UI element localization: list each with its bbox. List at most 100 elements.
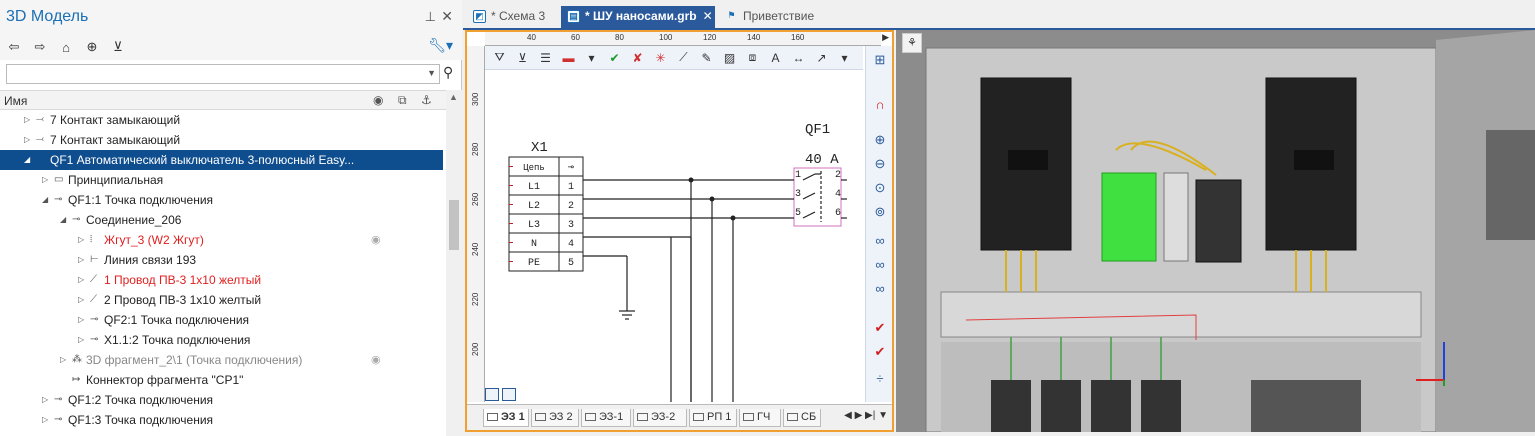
expand-toggle-icon[interactable]: ▷ xyxy=(60,350,66,370)
close-icon[interactable]: ✕ xyxy=(441,8,453,25)
check-icon[interactable]: ✔ xyxy=(604,48,625,68)
zoom-in-icon[interactable]: ⊕ xyxy=(870,130,890,150)
color-picker-icon[interactable]: ▬ xyxy=(558,48,579,68)
filter-icon[interactable]: ⊻ xyxy=(108,37,128,57)
tree-row[interactable]: ▷ ▭ Принципиальная xyxy=(0,170,443,190)
forward-icon[interactable]: ⇨ xyxy=(30,37,50,57)
visibility-icon[interactable]: ◉ xyxy=(371,230,381,250)
sheet-tab[interactable]: ЭЗ 1 xyxy=(483,409,529,427)
tab-welcome[interactable]: ⚑ Приветствие xyxy=(719,6,831,28)
pin-icon[interactable]: ⊥ xyxy=(425,9,436,25)
breaker-module[interactable] xyxy=(1195,179,1242,263)
schematic-view[interactable]: 40 60 80 100 120 140 160 ▶ 300 280 260 240 220 200 … xyxy=(465,30,894,432)
expand-toggle-icon[interactable]: ▷ xyxy=(24,110,30,130)
tree-row[interactable]: ▷ ⊸ X1.1:2 Точка подключения xyxy=(0,330,443,350)
expand-toggle-icon[interactable]: ▷ xyxy=(78,310,84,330)
schematic-canvas[interactable]: X1 Цепь ⊸ L1 1 L2 2 L3 3 N 4 PE 5 QF1 40 А xyxy=(485,71,865,402)
filter-options-icon[interactable]: ⊻ xyxy=(512,48,533,68)
tree-row[interactable]: ▷ ⁂ 3D фрагмент_2\1 (Точка подключения) ◉ xyxy=(0,350,443,370)
expand-toggle-icon[interactable]: ◢ xyxy=(60,210,66,230)
highlighted-breaker[interactable] xyxy=(1101,172,1157,262)
expand-toggle-icon[interactable]: ◢ xyxy=(42,190,48,210)
sheet-tab[interactable]: СБ xyxy=(783,409,821,427)
tree-row[interactable]: ↦ Коннектор фрагмента "СР1" xyxy=(0,370,443,390)
back-icon[interactable]: ⇦ xyxy=(4,37,24,57)
orientation-icon[interactable]: ⚘ xyxy=(902,33,922,53)
dropdown-icon[interactable]: ▾ xyxy=(581,48,602,68)
dimension-icon[interactable]: ↔ xyxy=(788,48,809,68)
sheet-tab[interactable]: ЭЗ-1 xyxy=(581,409,631,427)
split-view-icon[interactable] xyxy=(485,388,499,401)
tab-cabinet[interactable]: ▤ * ШУ наносами.grb ✕ xyxy=(561,6,715,28)
expand-toggle-icon[interactable]: ▷ xyxy=(78,250,84,270)
sheet-tab[interactable]: РП 1 xyxy=(689,409,737,427)
tree-row[interactable]: ◢ QF1 Автоматический выключатель 3-полюсн… xyxy=(0,150,443,170)
tree-row[interactable]: ▷ ⟋ 1 Провод ПВ-3 1x10 желтый xyxy=(0,270,443,290)
zoom-fit-icon[interactable]: ⊚ xyxy=(870,202,890,222)
visibility-column-icon[interactable]: ◉ xyxy=(373,93,383,107)
tree-row[interactable]: ▷ ⟋ 2 Провод ПВ-3 1x10 желтый xyxy=(0,290,443,310)
tree-row[interactable]: ◢ ⊸ Соединение_206 xyxy=(0,210,443,230)
zoom-out-icon[interactable]: ⊖ xyxy=(870,154,890,174)
filter-icon[interactable]: ⛛ xyxy=(489,48,510,68)
leader-icon[interactable]: ↗ xyxy=(811,48,832,68)
copy-column-icon[interactable]: ⧉ xyxy=(398,93,407,108)
expand-toggle-icon[interactable]: ▷ xyxy=(24,130,30,150)
tree-row[interactable]: ▷ ⊸ QF1:2 Точка подключения xyxy=(0,390,443,410)
sheet-nav-icons[interactable]: ◀ ▶ ▶| ▼ xyxy=(844,410,888,421)
grid-icon[interactable]: ⊞ xyxy=(870,50,890,70)
terminal-block-x1[interactable]: Цепь ⊸ L1 1 L2 2 L3 3 N 4 PE 5 xyxy=(508,156,584,272)
sheet-tab[interactable]: ЭЗ-2 xyxy=(633,409,687,427)
glasses-pin-icon[interactable]: ∞ xyxy=(870,254,890,274)
hatch-icon[interactable]: ▨ xyxy=(719,48,740,68)
tree-row[interactable]: ◢ ⊸ QF1:1 Точка подключения xyxy=(0,190,443,210)
single-view-icon[interactable] xyxy=(502,388,516,401)
glasses-icon[interactable]: ∞ xyxy=(870,230,890,250)
more-icon[interactable]: ▾ xyxy=(834,48,855,68)
expand-toggle-icon[interactable]: ▷ xyxy=(42,390,48,410)
expand-toggle-icon[interactable]: ▷ xyxy=(42,410,48,430)
scroll-up-icon[interactable]: ▲ xyxy=(449,92,458,102)
scrollbar-thumb[interactable] xyxy=(449,200,459,250)
pen-icon[interactable]: ✎ xyxy=(696,48,717,68)
expand-toggle-icon[interactable]: ▷ xyxy=(78,230,84,250)
tree-row[interactable]: ▷ ⊸ QF1:3 Точка подключения xyxy=(0,410,443,430)
visibility-icon[interactable]: ◉ xyxy=(371,350,381,370)
check-cube-icon[interactable]: ✔ xyxy=(870,318,890,338)
tree-row[interactable]: ▷ ⦙ Жгут_3 (W2 Жгут) ◉ xyxy=(0,230,443,250)
tree-row[interactable]: ▷ ⤙ 7 Контакт замыкающий xyxy=(0,130,443,150)
settings-wrench-icon[interactable]: 🔧︎▾ xyxy=(428,37,453,54)
ruler-arrow-icon[interactable]: ▶ xyxy=(882,32,889,43)
tree-row[interactable]: ▷ ⊸ QF2:1 Точка подключения xyxy=(0,310,443,330)
tree-row[interactable]: ▷ ⤙ 7 Контакт замыкающий xyxy=(0,110,443,130)
3d-viewport[interactable]: ⚘ xyxy=(896,30,1535,432)
expand-toggle-icon[interactable]: ▷ xyxy=(78,330,84,350)
tab-schema-3[interactable]: ◩ * Схема 3 xyxy=(467,6,557,28)
sheet-tab[interactable]: ЭЗ 2 xyxy=(531,409,579,427)
cross-check-icon[interactable]: ✘ xyxy=(627,48,648,68)
split-icon[interactable]: ÷ xyxy=(870,368,890,388)
zoom-window-icon[interactable]: ⊙ xyxy=(870,178,890,198)
tree-scrollbar[interactable]: ▲ xyxy=(446,90,462,436)
expand-toggle-icon[interactable]: ▷ xyxy=(78,290,84,310)
layers-icon[interactable]: ☰ xyxy=(535,48,556,68)
snap-icon[interactable]: ✳ xyxy=(650,48,671,68)
expand-toggle-icon[interactable]: ◢ xyxy=(24,150,30,170)
line-icon[interactable]: ⟋ xyxy=(673,48,694,68)
expand-toggle-icon[interactable]: ▷ xyxy=(42,170,48,190)
component-icon[interactable]: ⧈ xyxy=(742,48,763,68)
tree-row[interactable]: ▷ ⊢ Линия связи 193 xyxy=(0,250,443,270)
home-icon[interactable]: ⌂ xyxy=(56,37,76,57)
search-input[interactable]: ▼ xyxy=(6,64,440,84)
chevron-down-icon[interactable]: ▼ xyxy=(427,68,436,78)
expand-toggle-icon[interactable]: ▷ xyxy=(78,270,84,290)
close-tab-icon[interactable]: ✕ xyxy=(703,9,713,23)
magnet-icon[interactable]: ∩ xyxy=(870,94,890,114)
search-icon[interactable]: ⚲ xyxy=(443,64,453,81)
glasses-down-icon[interactable]: ∞ xyxy=(870,278,890,298)
text-icon[interactable]: A xyxy=(765,48,786,68)
double-check-cube-icon[interactable]: ✔ xyxy=(870,342,890,362)
target-icon[interactable]: ⊕ xyxy=(82,37,102,57)
qf1-highlight-box[interactable] xyxy=(793,167,842,227)
sheet-tab[interactable]: ГЧ xyxy=(739,409,781,427)
